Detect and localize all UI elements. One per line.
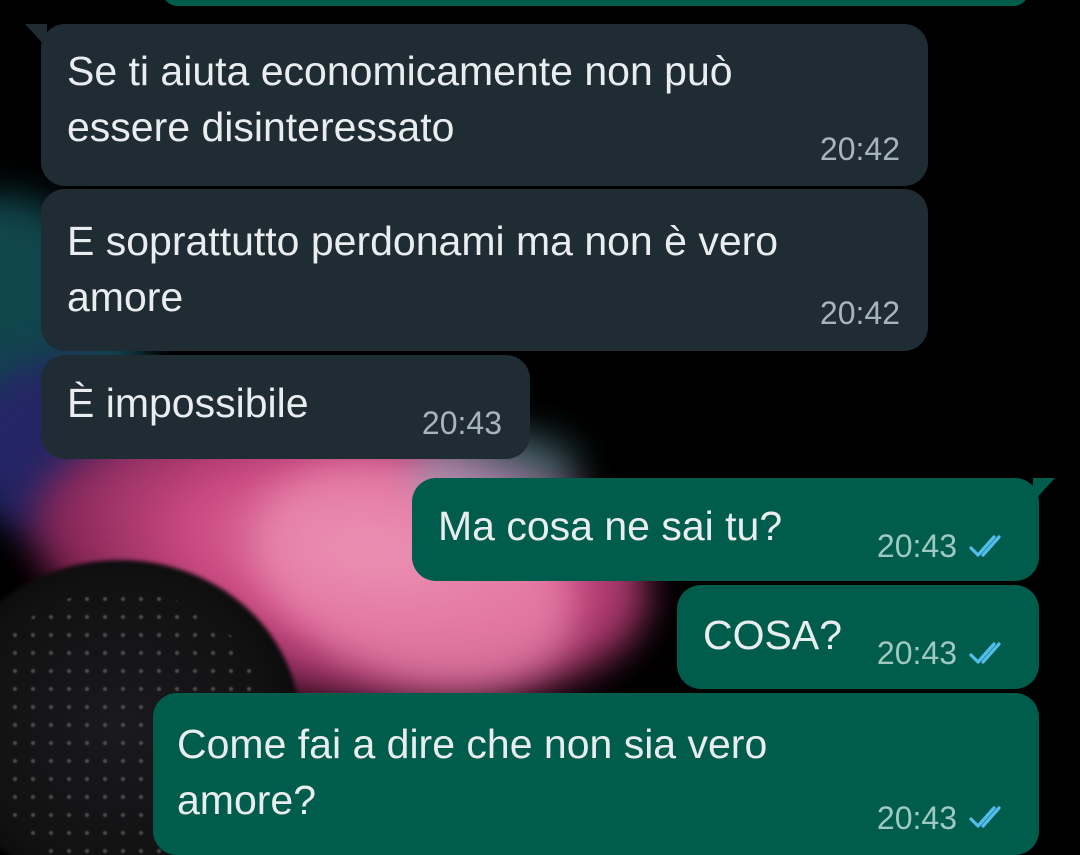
message-text-line: E soprattutto perdonami ma non è vero [67, 218, 779, 264]
message-text-line: COSA? [703, 612, 842, 658]
message-text-line: amore [67, 274, 184, 320]
bubble-tail [1033, 478, 1055, 502]
message-text-line: Ma cosa ne sai tu? [438, 503, 783, 549]
bubble-tail [25, 24, 47, 48]
message-text-line: essere disinteressato [67, 104, 455, 150]
message-timestamp: 20:43 [421, 405, 502, 441]
message-text-line: amore? [177, 777, 317, 823]
double-check-read-icon [969, 642, 1001, 664]
outgoing-message-bubble[interactable]: Ma cosa ne sai tu? 20:43 [412, 478, 1055, 581]
message-timestamp: 20:42 [819, 131, 900, 167]
double-check-read-icon [969, 535, 1001, 557]
message-timestamp: 20:43 [876, 528, 957, 564]
message-timestamp: 20:43 [876, 800, 957, 836]
incoming-message-bubble[interactable]: Se ti aiuta economicamente non può esser… [25, 24, 928, 186]
message-list[interactable]: Se ti aiuta economicamente non può esser… [0, 0, 1080, 855]
outgoing-message-bubble[interactable]: COSA? 20:43 [677, 585, 1039, 689]
message-text-line: Come fai a dire che non sia vero [177, 721, 768, 767]
previous-message-bubble-edge [163, 0, 1028, 6]
message-timestamp: 20:42 [819, 295, 900, 331]
outgoing-message-bubble[interactable]: Come fai a dire che non sia vero amore? … [153, 693, 1039, 855]
double-check-read-icon [969, 806, 1001, 828]
incoming-message-bubble[interactable]: E soprattutto perdonami ma non è vero am… [41, 189, 928, 351]
message-text-line: Se ti aiuta economicamente non può [67, 48, 733, 94]
message-timestamp: 20:43 [876, 635, 957, 671]
incoming-message-bubble[interactable]: È impossibile 20:43 [41, 355, 530, 459]
message-text-line: È impossibile [67, 380, 309, 426]
